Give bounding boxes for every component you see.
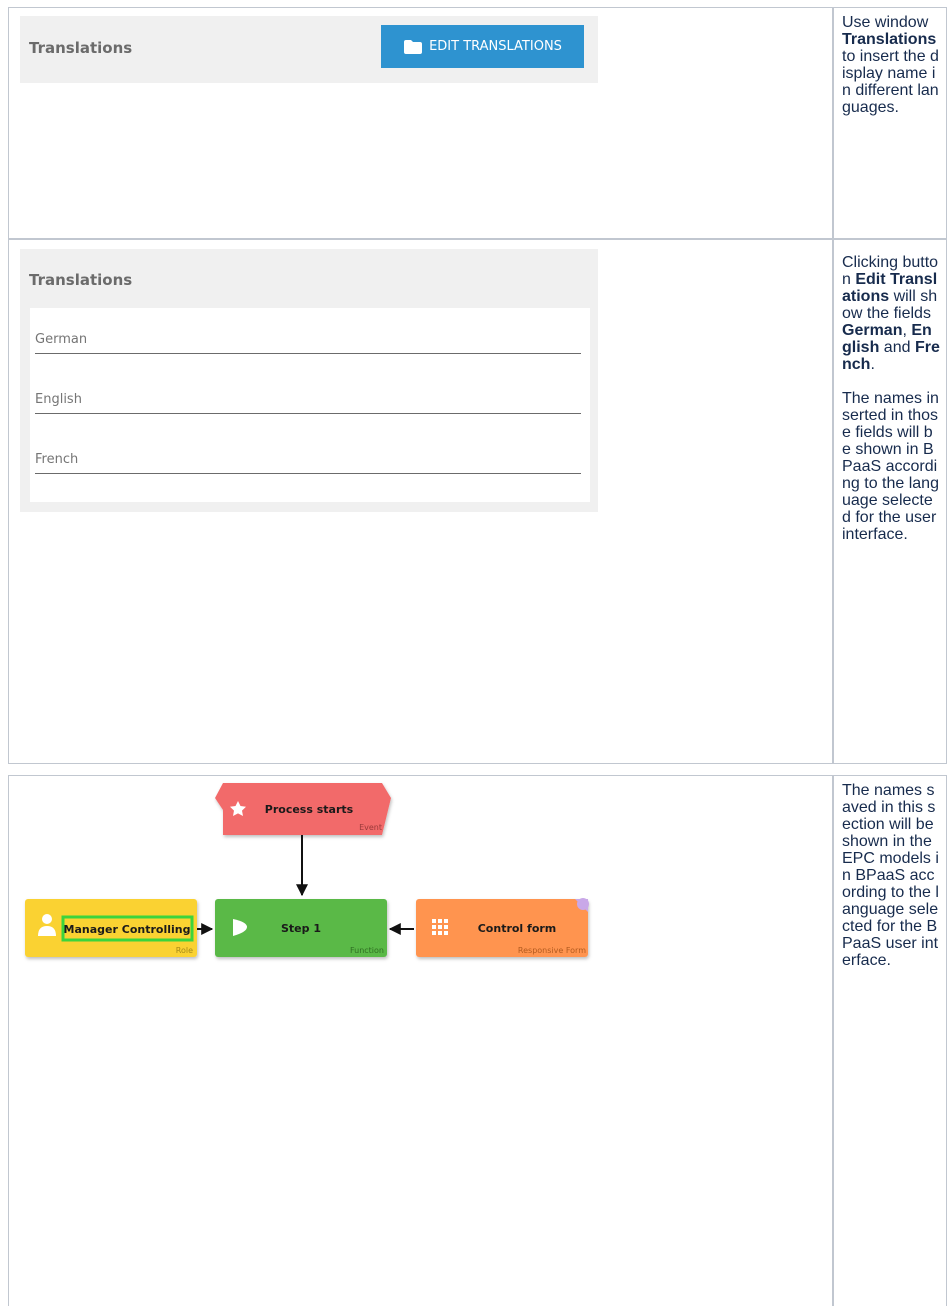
panel-title: Translations	[29, 271, 133, 289]
grid-icon	[432, 919, 448, 935]
translations-panel: Translations EDIT TRANSLATIONS	[20, 16, 598, 83]
form-type: Responsive Form	[518, 946, 586, 955]
description-text-2: The names inserted in those fields will …	[842, 390, 939, 543]
french-field-placeholder: French	[35, 452, 79, 467]
edit-translations-button[interactable]: EDIT TRANSLATIONS	[381, 25, 584, 68]
text-run: to insert the display name in different …	[842, 48, 939, 116]
table-row: Translations German English French Click…	[9, 240, 946, 763]
screenshot-cell: Process starts Event Manager Controlling…	[9, 776, 832, 1306]
translation-fields: German English French	[30, 308, 590, 502]
role-type: Role	[176, 946, 193, 955]
text-run: .	[870, 356, 875, 373]
bold-term: German	[842, 322, 903, 339]
text-run: and	[879, 339, 915, 356]
description-text: Use window Translations to insert the di…	[842, 14, 940, 116]
english-field-placeholder: English	[35, 392, 82, 407]
german-field-placeholder: German	[35, 332, 88, 347]
table-row: Process starts Event Manager Controlling…	[9, 776, 946, 1306]
description-text: Clicking button Edit Translations will s…	[842, 254, 940, 373]
event-type: Event	[359, 823, 382, 832]
screenshot-cell: Translations German English French	[9, 240, 832, 763]
text-run: Use window	[842, 14, 929, 31]
role-label: Manager Controlling	[64, 923, 191, 936]
description-cell: Clicking button Edit Translations will s…	[832, 240, 946, 763]
bold-term: Translations	[842, 31, 937, 48]
translations-table: Translations EDIT TRANSLATIONS Use windo…	[8, 7, 947, 764]
description-cell: Use window Translations to insert the di…	[832, 8, 946, 238]
table-row: Translations EDIT TRANSLATIONS Use windo…	[9, 8, 946, 238]
form-label: Control form	[478, 922, 557, 935]
panel-title: Translations	[29, 39, 133, 57]
french-field[interactable]: French	[35, 434, 581, 474]
folder-icon	[403, 39, 423, 55]
description-text: The names saved in this section will be …	[842, 782, 939, 969]
role-node[interactable]: Manager Controlling Role	[25, 899, 197, 957]
function-label: Step 1	[281, 922, 321, 935]
screenshot-cell: Translations EDIT TRANSLATIONS	[9, 8, 832, 238]
edit-translations-label: EDIT TRANSLATIONS	[429, 39, 562, 54]
function-type: Function	[350, 946, 384, 955]
event-node[interactable]: Process starts Event	[215, 783, 391, 835]
english-field[interactable]: English	[35, 374, 581, 414]
description-cell: The names saved in this section will be …	[832, 776, 946, 1306]
tag-icon	[577, 898, 589, 910]
function-node[interactable]: Step 1 Function	[215, 899, 387, 957]
epc-diagram: Process starts Event Manager Controlling…	[25, 783, 589, 957]
event-label: Process starts	[265, 803, 354, 816]
translations-panel-expanded: Translations German English French	[20, 249, 598, 512]
form-node[interactable]: Control form Responsive Form	[416, 898, 589, 957]
german-field[interactable]: German	[35, 314, 581, 354]
epc-table: Process starts Event Manager Controlling…	[8, 775, 947, 1306]
